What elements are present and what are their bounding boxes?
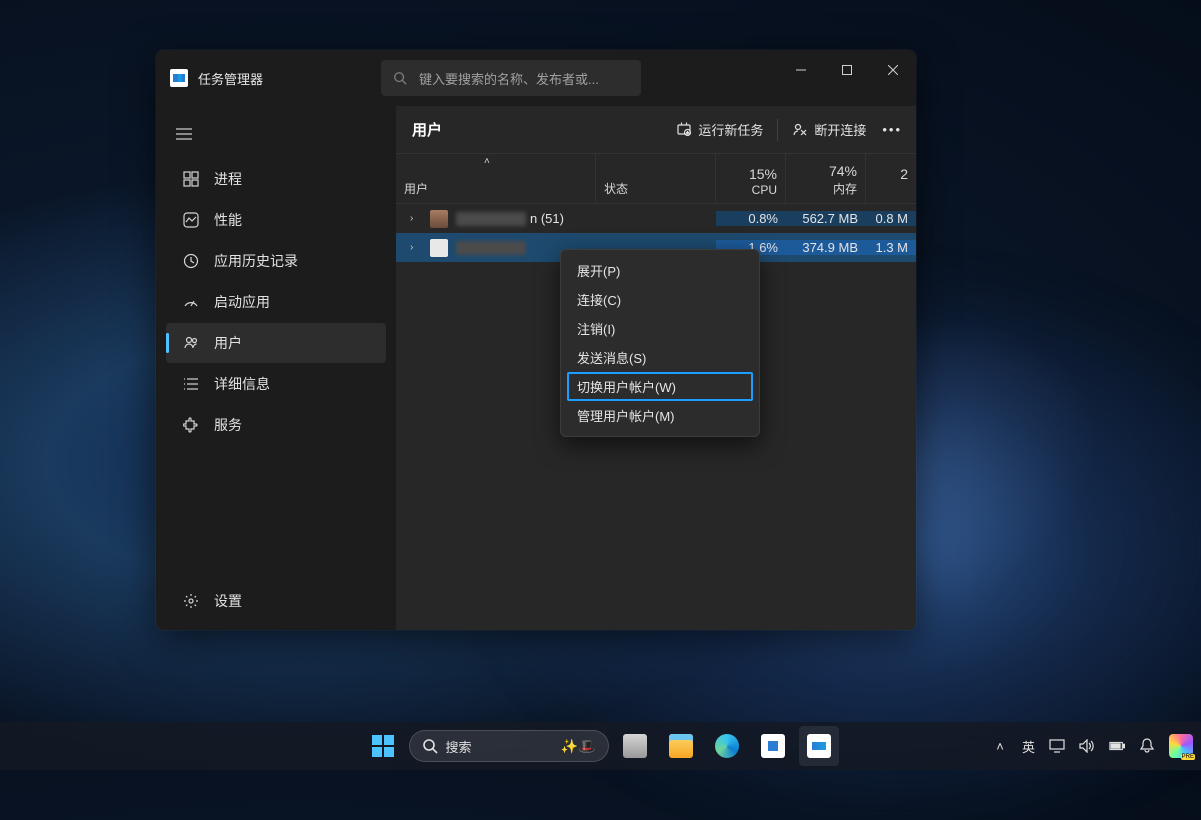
sidebar-item-startup[interactable]: 启动应用 <box>166 282 386 322</box>
hamburger-button[interactable] <box>160 114 208 154</box>
column-headers: ˄ 用户 状态 15%CPU 74%内存 2 <box>396 154 916 204</box>
task-manager-window: 任务管理器 键入要搜索的名称、发布者或... 进程 性能 <box>156 50 916 630</box>
volume-icon[interactable] <box>1079 738 1095 754</box>
disconnect-button[interactable]: 断开连接 <box>782 112 876 148</box>
app-icon <box>170 69 188 87</box>
sidebar-label: 详细信息 <box>214 374 270 394</box>
sidebar-item-details[interactable]: 详细信息 <box>166 364 386 404</box>
page-title: 用户 <box>412 119 666 140</box>
table-row[interactable]: › n (51) 0.8% 562.7 MB 0.8 M <box>396 204 916 233</box>
avatar <box>430 239 448 257</box>
edge-icon <box>715 734 739 758</box>
app-title: 任务管理器 <box>198 69 263 88</box>
main-header: 用户 运行新任务 断开连接 ••• <box>396 106 916 154</box>
sidebar-item-services[interactable]: 服务 <box>166 405 386 445</box>
ime-indicator[interactable]: 英 <box>1022 737 1035 756</box>
grid-icon <box>182 170 200 188</box>
users-icon <box>182 334 200 352</box>
ctx-expand[interactable]: 展开(P) <box>567 256 753 285</box>
task-view-button[interactable] <box>615 726 655 766</box>
titlebar: 任务管理器 键入要搜索的名称、发布者或... <box>156 50 916 106</box>
avatar <box>430 210 448 228</box>
disconnect-icon <box>792 122 808 138</box>
taskbar: 搜索 ✨🎩 ˄ 英 <box>0 722 1201 770</box>
sidebar-label: 服务 <box>214 415 242 435</box>
window-controls <box>778 50 916 90</box>
list-icon <box>182 375 200 393</box>
ctx-switch-user[interactable]: 切换用户帐户(W) <box>567 372 753 401</box>
sidebar-item-history[interactable]: 应用历史记录 <box>166 241 386 281</box>
search-placeholder: 键入要搜索的名称、发布者或... <box>419 69 599 88</box>
ctx-logoff[interactable]: 注销(I) <box>567 314 753 343</box>
taskbar-search[interactable]: 搜索 ✨🎩 <box>409 730 609 762</box>
ctx-send-message[interactable]: 发送消息(S) <box>567 343 753 372</box>
task-view-icon <box>623 734 647 758</box>
copilot-icon[interactable] <box>1169 734 1193 758</box>
battery-icon[interactable] <box>1109 738 1125 754</box>
sidebar-item-processes[interactable]: 进程 <box>166 159 386 199</box>
gear-icon <box>182 592 200 610</box>
sidebar-label: 应用历史记录 <box>214 251 298 271</box>
task-manager-taskbar-button[interactable] <box>799 726 839 766</box>
sidebar-item-settings[interactable]: 设置 <box>166 581 386 621</box>
search-icon <box>422 738 438 754</box>
col-user[interactable]: 用户 <box>396 154 596 203</box>
sort-arrow-icon: ˄ <box>484 156 490 167</box>
sidebar-label: 性能 <box>214 210 242 230</box>
store-button[interactable] <box>753 726 793 766</box>
store-icon <box>761 734 785 758</box>
run-new-task-button[interactable]: 运行新任务 <box>666 112 773 148</box>
settings-label: 设置 <box>214 591 242 611</box>
notification-icon[interactable] <box>1139 738 1155 754</box>
username-blurred <box>456 212 526 226</box>
divider <box>777 119 778 141</box>
sidebar-label: 用户 <box>214 333 242 353</box>
username-blurred <box>456 241 526 255</box>
close-button[interactable] <box>870 50 916 90</box>
col-status[interactable]: 状态 <box>596 154 716 203</box>
display-icon[interactable] <box>1049 738 1065 754</box>
search-icon <box>393 71 407 85</box>
sidebar-item-users[interactable]: 用户 <box>166 323 386 363</box>
search-input[interactable]: 键入要搜索的名称、发布者或... <box>381 60 641 96</box>
ctx-manage-user[interactable]: 管理用户帐户(M) <box>567 401 753 430</box>
windows-logo-icon <box>372 735 394 757</box>
file-explorer-button[interactable] <box>661 726 701 766</box>
puzzle-icon <box>182 416 200 434</box>
context-menu: 展开(P) 连接(C) 注销(I) 发送消息(S) 切换用户帐户(W) 管理用户… <box>560 249 760 437</box>
system-tray: ˄ 英 <box>992 722 1193 770</box>
sidebar-item-performance[interactable]: 性能 <box>166 200 386 240</box>
folder-icon <box>669 734 693 758</box>
col-extra[interactable]: 2 <box>866 154 916 203</box>
chevron-right-icon[interactable]: › <box>410 213 420 224</box>
chevron-right-icon[interactable]: › <box>410 242 420 253</box>
col-cpu[interactable]: 15%CPU <box>716 154 786 203</box>
sidebar: 进程 性能 应用历史记录 启动应用 用户 详细信息 <box>156 106 396 630</box>
gauge-icon <box>182 293 200 311</box>
chevron-up-icon[interactable]: ˄ <box>992 738 1008 754</box>
more-button[interactable]: ••• <box>876 112 908 148</box>
run-task-icon <box>676 122 692 138</box>
ellipsis-icon: ••• <box>882 122 902 137</box>
history-icon <box>182 252 200 270</box>
task-manager-icon <box>807 734 831 758</box>
wave-icon <box>182 211 200 229</box>
ctx-connect[interactable]: 连接(C) <box>567 285 753 314</box>
start-button[interactable] <box>363 726 403 766</box>
col-memory[interactable]: 74%内存 <box>786 154 866 203</box>
minimize-button[interactable] <box>778 50 824 90</box>
search-decoration-icon: ✨🎩 <box>561 738 596 755</box>
maximize-button[interactable] <box>824 50 870 90</box>
edge-button[interactable] <box>707 726 747 766</box>
sidebar-label: 进程 <box>214 169 242 189</box>
sidebar-label: 启动应用 <box>214 292 270 312</box>
